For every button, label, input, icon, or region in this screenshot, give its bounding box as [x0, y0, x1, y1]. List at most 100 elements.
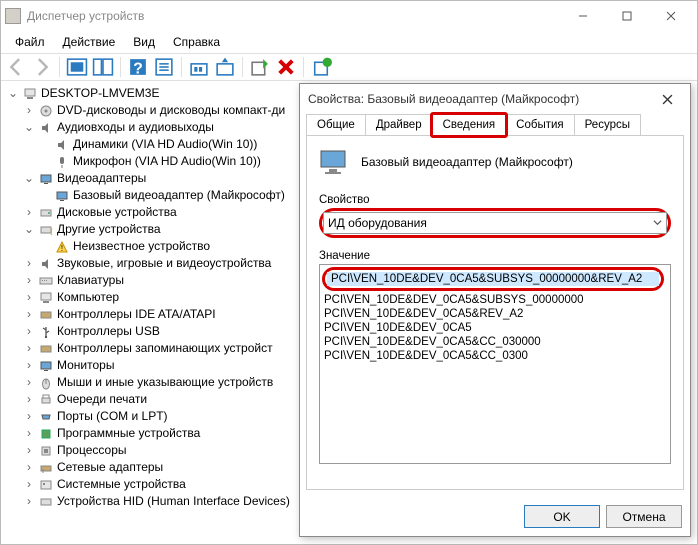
- tree-storage[interactable]: ›Контроллеры запоминающих устройст: [23, 340, 301, 357]
- device-header: Базовый видеоадаптер (Майкрософт): [319, 148, 671, 176]
- property-combo-value: ИД оборудования: [328, 216, 427, 230]
- tree-root[interactable]: ⌄ DESKTOP-LMVEM3E: [7, 85, 301, 102]
- dialog-title: Свойства: Базовый видеоадаптер (Майкросо…: [308, 92, 652, 106]
- dialog-titlebar[interactable]: Свойства: Базовый видеоадаптер (Майкросо…: [300, 84, 690, 114]
- audio-icon: [38, 257, 54, 271]
- forward-button[interactable]: [31, 56, 53, 78]
- tab-driver[interactable]: Драйвер: [365, 114, 433, 136]
- value-label: Значение: [319, 250, 671, 262]
- tree-monitors[interactable]: ›Мониторы: [23, 357, 301, 374]
- tree-software[interactable]: ›Программные устройства: [23, 425, 301, 442]
- tree-label: Клавиатуры: [57, 272, 124, 289]
- uninstall-button[interactable]: [310, 56, 332, 78]
- tree-mice[interactable]: ›Мыши и иные указывающие устройств: [23, 374, 301, 391]
- show-hidden-button[interactable]: [66, 56, 88, 78]
- menu-action[interactable]: Действие: [55, 33, 124, 51]
- value-row[interactable]: PCI\VEN_10DE&DEV_0CA5&SUBSYS_00000000: [320, 293, 670, 307]
- tree-print[interactable]: ›Очереди печати: [23, 391, 301, 408]
- view-mode-button[interactable]: [92, 56, 114, 78]
- value-list[interactable]: PCI\VEN_10DE&DEV_0CA5&SUBSYS_00000000&RE…: [319, 264, 671, 464]
- tree-label: Порты (COM и LPT): [57, 408, 168, 425]
- hid-icon: [38, 495, 54, 509]
- property-combo[interactable]: ИД оборудования: [323, 212, 667, 234]
- value-row[interactable]: PCI\VEN_10DE&DEV_0CA5&REV_A2: [320, 307, 670, 321]
- tree-label: Звуковые, игровые и видеоустройства: [57, 255, 271, 272]
- tree-label: Программные устройства: [57, 425, 200, 442]
- close-button[interactable]: [649, 2, 693, 30]
- tab-general[interactable]: Общие: [306, 114, 366, 136]
- device-tree[interactable]: ⌄ DESKTOP-LMVEM3E ›DVD-дисководы и диско…: [1, 81, 301, 544]
- tree-label: Мыши и иные указывающие устройств: [57, 374, 273, 391]
- dialog-close-button[interactable]: [652, 85, 682, 113]
- menu-file[interactable]: Файл: [7, 33, 53, 51]
- value-row[interactable]: PCI\VEN_10DE&DEV_0CA5&SUBSYS_00000000&RE…: [327, 272, 659, 286]
- controller-icon: [38, 308, 54, 322]
- scan-hardware-button[interactable]: [188, 56, 210, 78]
- menu-bar: Файл Действие Вид Справка: [1, 31, 697, 53]
- printer-icon: [38, 393, 54, 407]
- cancel-button[interactable]: Отмена: [606, 505, 682, 528]
- tree-root-label: DESKTOP-LMVEM3E: [41, 85, 159, 102]
- tree-label: Компьютер: [57, 289, 119, 306]
- maximize-button[interactable]: [605, 2, 649, 30]
- tree-audio-speakers[interactable]: ·Динамики (VIA HD Audio(Win 10)): [39, 136, 301, 153]
- menu-view[interactable]: Вид: [125, 33, 163, 51]
- tree-label: Микрофон (VIA HD Audio(Win 10)): [73, 153, 261, 170]
- properties-button[interactable]: [153, 56, 175, 78]
- menu-help[interactable]: Справка: [165, 33, 228, 51]
- tree-keyboards[interactable]: ›Клавиатуры: [23, 272, 301, 289]
- svg-text:!: !: [61, 244, 63, 253]
- tab-events[interactable]: События: [505, 114, 574, 136]
- tree-label: Контроллеры запоминающих устройст: [57, 340, 273, 357]
- svg-text:?: ?: [133, 60, 143, 77]
- tab-resources[interactable]: Ресурсы: [574, 114, 641, 136]
- ok-button[interactable]: OK: [524, 505, 600, 528]
- tree-system[interactable]: ›Системные устройства: [23, 476, 301, 493]
- value-row[interactable]: PCI\VEN_10DE&DEV_0CA5&CC_030000: [320, 335, 670, 349]
- tree-label: Очереди печати: [57, 391, 147, 408]
- value-row[interactable]: PCI\VEN_10DE&DEV_0CA5&CC_0300: [320, 349, 670, 363]
- minimize-button[interactable]: [561, 2, 605, 30]
- tree-sound[interactable]: ›Звуковые, игровые и видеоустройства: [23, 255, 301, 272]
- tree-label: Контроллеры USB: [57, 323, 160, 340]
- system-icon: [38, 478, 54, 492]
- tree-dvd[interactable]: ›DVD-дисководы и дисководы компакт-ди: [23, 102, 301, 119]
- mic-icon: [54, 155, 70, 169]
- device-name: Базовый видеоадаптер (Майкрософт): [361, 155, 573, 169]
- toolbar-separator: [303, 57, 304, 77]
- disable-button[interactable]: [275, 56, 297, 78]
- warning-icon: !: [54, 240, 70, 254]
- value-row[interactable]: PCI\VEN_10DE&DEV_0CA5: [320, 321, 670, 335]
- help-button[interactable]: ?: [127, 56, 149, 78]
- tree-disks[interactable]: ›Дисковые устройства: [23, 204, 301, 221]
- cpu-icon: [38, 444, 54, 458]
- tree-video-basic[interactable]: ·Базовый видеоадаптер (Майкрософт): [39, 187, 301, 204]
- tree-other[interactable]: ⌄!Другие устройства: [23, 221, 301, 238]
- display-icon: [319, 148, 351, 176]
- tree-ports[interactable]: ›Порты (COM и LPT): [23, 408, 301, 425]
- tree-label: Устройства HID (Human Interface Devices): [57, 493, 290, 510]
- tree-label: Базовый видеоадаптер (Майкрософт): [73, 187, 285, 204]
- update-driver-button[interactable]: [214, 56, 236, 78]
- tree-computer[interactable]: ›Компьютер: [23, 289, 301, 306]
- tree-video[interactable]: ⌄Видеоадаптеры: [23, 170, 301, 187]
- tree-audio-mic[interactable]: ·Микрофон (VIA HD Audio(Win 10)): [39, 153, 301, 170]
- tree-other-unknown[interactable]: ·!Неизвестное устройство: [39, 238, 301, 255]
- tree-label: Контроллеры IDE ATA/ATAPI: [57, 306, 216, 323]
- app-icon: [5, 8, 21, 24]
- mouse-icon: [38, 376, 54, 390]
- back-button[interactable]: [5, 56, 27, 78]
- tree-label: Системные устройства: [57, 476, 186, 493]
- tab-details[interactable]: Сведения: [432, 114, 507, 136]
- tree-label: DVD-дисководы и дисководы компакт-ди: [57, 102, 285, 119]
- toolbar: ?: [1, 53, 697, 81]
- tree-ide[interactable]: ›Контроллеры IDE ATA/ATAPI: [23, 306, 301, 323]
- tree-hid[interactable]: ›Устройства HID (Human Interface Devices…: [23, 493, 301, 510]
- enable-button[interactable]: [249, 56, 271, 78]
- dialog-button-bar: OK Отмена: [300, 497, 690, 536]
- tree-audio[interactable]: ⌄Аудиовходы и аудиовыходы: [23, 119, 301, 136]
- tree-network[interactable]: ›Сетевые адаптеры: [23, 459, 301, 476]
- tree-cpu[interactable]: ›Процессоры: [23, 442, 301, 459]
- tree-usb[interactable]: ›Контроллеры USB: [23, 323, 301, 340]
- tree-label: Аудиовходы и аудиовыходы: [57, 119, 214, 136]
